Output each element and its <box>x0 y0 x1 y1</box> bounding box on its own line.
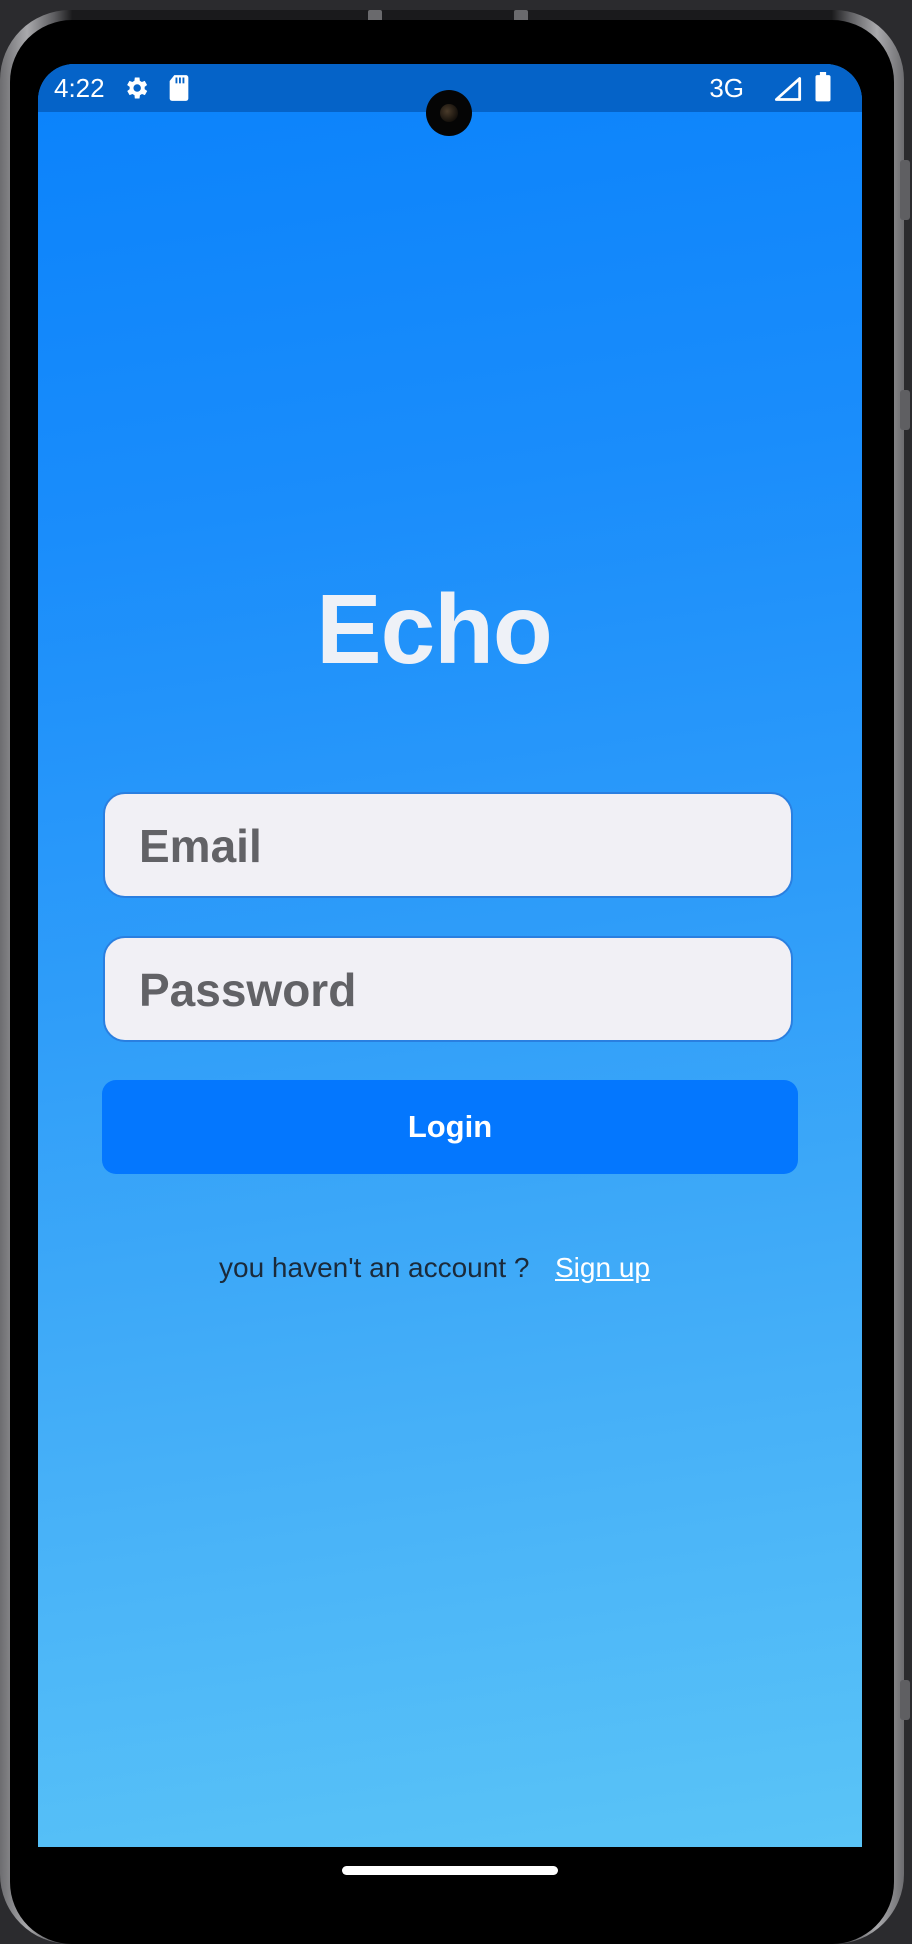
signup-prompt: you haven't an account ? <box>219 1252 530 1283</box>
front-camera <box>426 90 472 136</box>
password-placeholder: Password <box>139 964 357 1016</box>
app-title: Echo <box>316 574 553 684</box>
signup-row: you haven't an account ? Sign up <box>38 1248 862 1288</box>
side-button <box>900 390 910 430</box>
status-time: 4:22 <box>54 73 105 103</box>
side-button <box>900 160 910 220</box>
password-field[interactable]: Password <box>103 936 793 1042</box>
email-field[interactable]: Email <box>103 792 793 898</box>
side-button <box>900 1680 910 1720</box>
camera-lens <box>440 104 458 122</box>
battery-icon <box>814 72 832 107</box>
signup-link[interactable]: Sign up <box>555 1248 650 1288</box>
network-type: 3G <box>709 73 744 103</box>
sd-card-icon <box>168 74 190 107</box>
home-indicator[interactable] <box>342 1866 558 1875</box>
signal-icon <box>774 76 802 107</box>
app-screen: 4:22 3G Echo Email Password Login you ha… <box>38 64 862 1847</box>
login-button[interactable]: Login <box>102 1080 798 1174</box>
gear-icon <box>122 74 150 107</box>
email-placeholder: Email <box>139 820 262 872</box>
